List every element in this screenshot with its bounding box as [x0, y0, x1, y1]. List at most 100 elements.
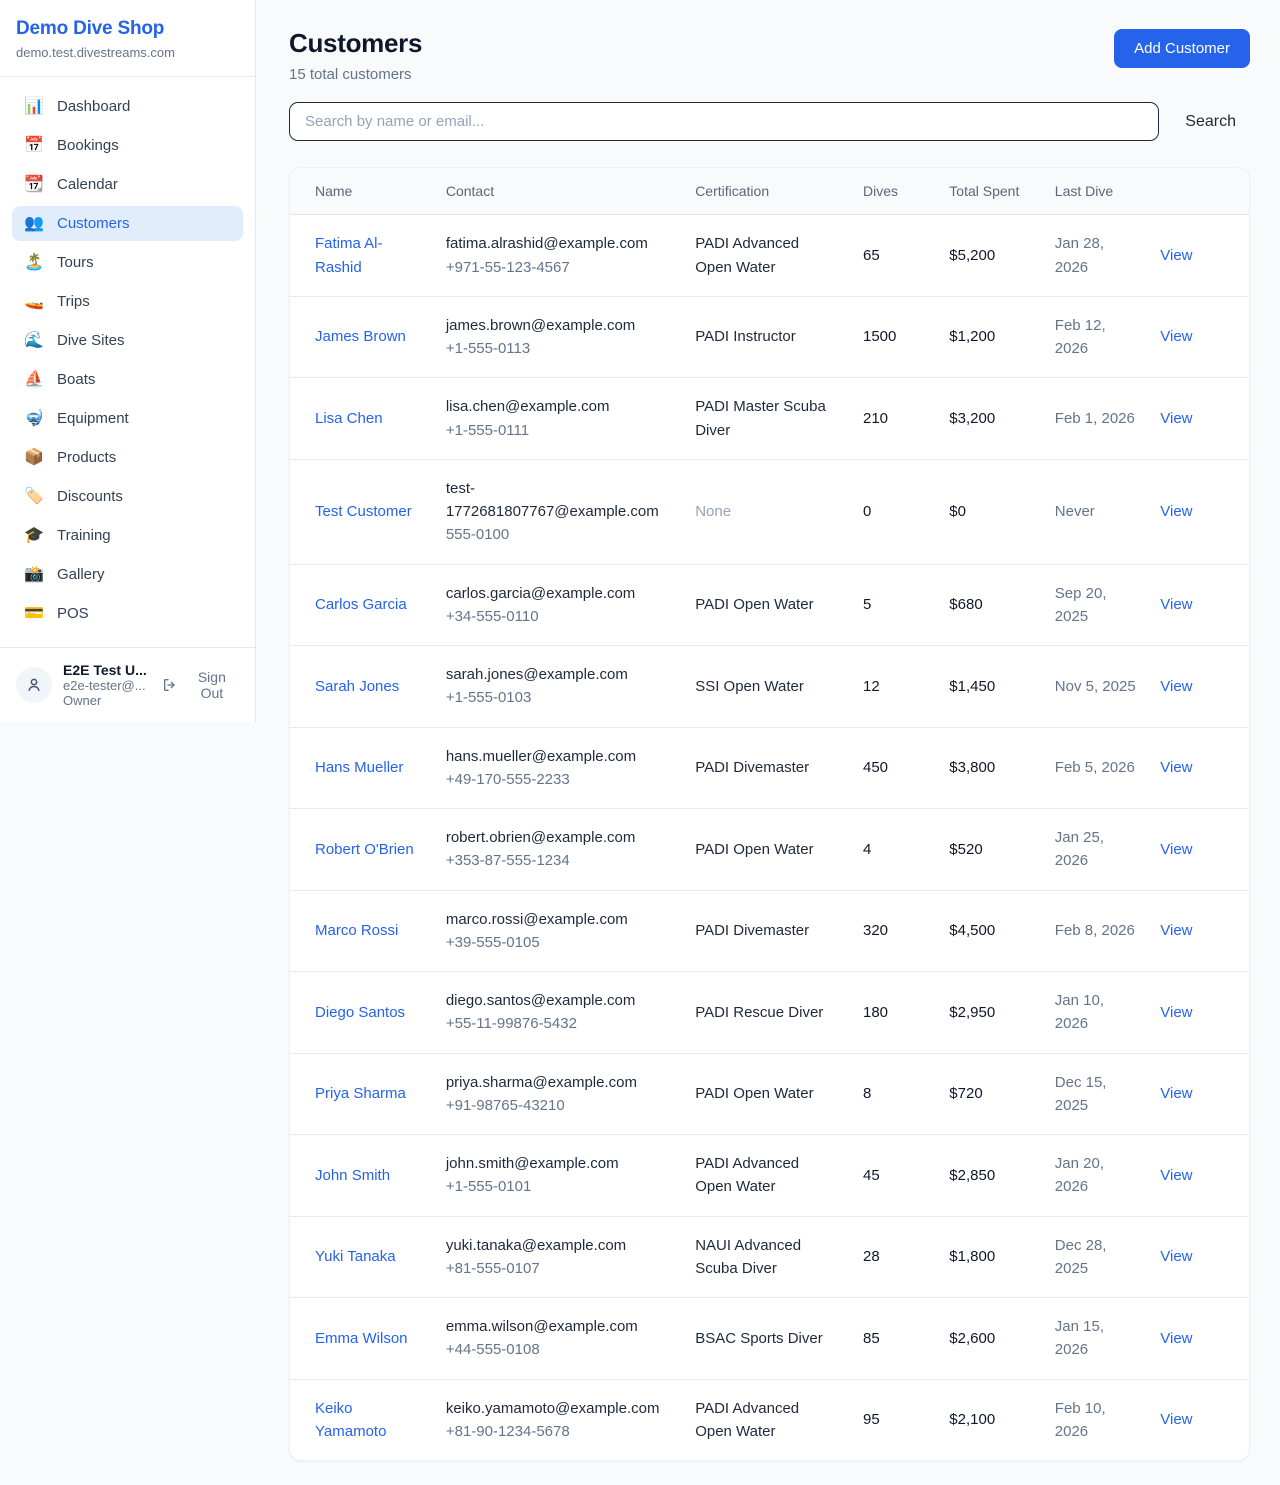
sidebar-item-trips[interactable]: 🚤Trips — [12, 284, 243, 319]
view-customer-link[interactable]: View — [1160, 759, 1192, 776]
customer-name-link[interactable]: Hans Mueller — [315, 759, 403, 776]
add-customer-button[interactable]: Add Customer — [1114, 29, 1250, 68]
customer-name-link[interactable]: Lisa Chen — [315, 410, 383, 427]
sidebar: Demo Dive Shop demo.test.divestreams.com… — [0, 0, 256, 722]
view-customer-link[interactable]: View — [1160, 596, 1192, 613]
cell-total-spent: $680 — [937, 564, 1042, 646]
view-customer-link[interactable]: View — [1160, 410, 1192, 427]
shop-title: Demo Dive Shop — [16, 18, 239, 40]
view-customer-link[interactable]: View — [1160, 841, 1192, 858]
customer-email: lisa.chen@example.com — [446, 395, 671, 418]
customer-certification: PADI Advanced Open Water — [695, 235, 799, 275]
cell-contact: sarah.jones@example.com+1-555-0103 — [434, 646, 683, 728]
cell-action: View — [1148, 1298, 1249, 1380]
sidebar-item-boats[interactable]: ⛵Boats — [12, 362, 243, 397]
customer-name-link[interactable]: Carlos Garcia — [315, 596, 407, 613]
cell-dives: 28 — [851, 1216, 937, 1298]
user-email: e2e-tester@... — [63, 678, 151, 693]
sidebar-item-training[interactable]: 🎓Training — [12, 518, 243, 553]
customer-phone: +49-170-555-2233 — [446, 768, 671, 791]
cell-last-dive: Jan 10, 2026 — [1043, 972, 1148, 1054]
bookings-calendar-icon: 📅 — [24, 138, 44, 154]
customer-name-link[interactable]: John Smith — [315, 1167, 390, 1184]
cell-contact: lisa.chen@example.com+1-555-0111 — [434, 378, 683, 460]
page-title-block: Customers 15 total customers — [289, 28, 422, 83]
sidebar-item-label: Calendar — [57, 176, 118, 193]
cell-action: View — [1148, 646, 1249, 728]
sidebar-item-label: Trips — [57, 293, 90, 310]
sidebar-item-dashboard[interactable]: 📊Dashboard — [12, 89, 243, 124]
customer-phone: +1-555-0101 — [446, 1175, 671, 1198]
cell-action: View — [1148, 564, 1249, 646]
cell-certification: PADI Divemaster — [683, 727, 851, 809]
view-customer-link[interactable]: View — [1160, 922, 1192, 939]
search-button[interactable]: Search — [1171, 105, 1250, 139]
sidebar-item-discounts[interactable]: 🏷️Discounts — [12, 479, 243, 514]
sidebar-item-gallery[interactable]: 📸Gallery — [12, 557, 243, 592]
view-customer-link[interactable]: View — [1160, 503, 1192, 520]
customer-name-link[interactable]: Priya Sharma — [315, 1085, 406, 1102]
calendar-icon: 📆 — [24, 177, 44, 193]
table-row: Lisa Chen lisa.chen@example.com+1-555-011… — [290, 378, 1249, 460]
table-row: Carlos Garciacarlos.garcia@example.com+3… — [290, 564, 1249, 646]
view-customer-link[interactable]: View — [1160, 1004, 1192, 1021]
sidebar-item-bookings[interactable]: 📅Bookings — [12, 128, 243, 163]
customer-name-link[interactable]: Robert O'Brien — [315, 841, 414, 858]
customer-name-link[interactable]: Yuki Tanaka — [315, 1248, 396, 1265]
cell-name: Hans Mueller — [290, 727, 434, 809]
sidebar-item-equipment[interactable]: 🤿Equipment — [12, 401, 243, 436]
view-customer-link[interactable]: View — [1160, 678, 1192, 695]
cell-dives: 450 — [851, 727, 937, 809]
cell-action: View — [1148, 809, 1249, 891]
cell-last-dive: Feb 5, 2026 — [1043, 727, 1148, 809]
view-customer-link[interactable]: View — [1160, 1248, 1192, 1265]
customer-phone: 555-0100 — [446, 523, 671, 546]
shop-domain: demo.test.divestreams.com — [16, 45, 239, 60]
view-customer-link[interactable]: View — [1160, 247, 1192, 264]
cell-name: Fatima Al-Rashid — [290, 215, 434, 297]
customer-name-link[interactable]: Test Customer — [315, 503, 412, 520]
view-customer-link[interactable]: View — [1160, 328, 1192, 345]
cell-total-spent: $4,500 — [937, 890, 1042, 972]
customer-name-link[interactable]: Fatima Al-Rashid — [315, 235, 383, 275]
sidebar-item-pos[interactable]: 💳POS — [12, 596, 243, 631]
view-customer-link[interactable]: View — [1160, 1411, 1192, 1428]
cell-action: View — [1148, 378, 1249, 460]
cell-certification: NAUI Advanced Scuba Diver — [683, 1216, 851, 1298]
customer-name-link[interactable]: Marco Rossi — [315, 922, 398, 939]
cell-last-dive: Feb 12, 2026 — [1043, 296, 1148, 378]
logout-icon — [162, 677, 178, 693]
customer-count: 15 total customers — [289, 66, 422, 83]
sidebar-nav: 📊Dashboard 📅Bookings 📆 Calendar 👥Customers 🏝️… — [0, 77, 255, 647]
view-customer-link[interactable]: View — [1160, 1085, 1192, 1102]
cell-total-spent: $2,100 — [937, 1379, 1042, 1460]
table-row: Marco Rossi marco.rossi@example.com+39-55… — [290, 890, 1249, 972]
cell-action: View — [1148, 296, 1249, 378]
customer-phone: +39-555-0105 — [446, 931, 671, 954]
table-row: Yuki Tanakayuki.tanaka@example.com+81-55… — [290, 1216, 1249, 1298]
view-customer-link[interactable]: View — [1160, 1330, 1192, 1347]
table-row: Hans Muellerhans.mueller@example.com+49-… — [290, 727, 1249, 809]
cell-dives: 0 — [851, 459, 937, 564]
customer-name-link[interactable]: Emma Wilson — [315, 1330, 408, 1347]
column-header-actions — [1148, 168, 1249, 215]
cell-certification: None — [683, 459, 851, 564]
cell-certification: PADI Advanced Open Water — [683, 215, 851, 297]
sidebar-item-dive-sites[interactable]: 🌊Dive Sites — [12, 323, 243, 358]
customer-name-link[interactable]: James Brown — [315, 328, 406, 345]
view-customer-link[interactable]: View — [1160, 1167, 1192, 1184]
sidebar-item-calendar[interactable]: 📆 Calendar — [12, 167, 243, 202]
cell-total-spent: $2,850 — [937, 1135, 1042, 1217]
search-input[interactable] — [289, 102, 1159, 141]
customer-name-link[interactable]: Keiko Yamamoto — [315, 1400, 386, 1440]
customer-name-link[interactable]: Diego Santos — [315, 1004, 405, 1021]
sidebar-item-tours[interactable]: 🏝️Tours — [12, 245, 243, 280]
cell-total-spent: $1,200 — [937, 296, 1042, 378]
cell-dives: 65 — [851, 215, 937, 297]
customer-name-link[interactable]: Sarah Jones — [315, 678, 399, 695]
sidebar-item-products[interactable]: 📦Products — [12, 440, 243, 475]
sidebar-item-customers[interactable]: 👥Customers — [12, 206, 243, 241]
cell-contact: marco.rossi@example.com+39-555-0105 — [434, 890, 683, 972]
column-header-last-dive: Last Dive — [1043, 168, 1148, 215]
sign-out-button[interactable]: Sign Out — [162, 669, 239, 701]
